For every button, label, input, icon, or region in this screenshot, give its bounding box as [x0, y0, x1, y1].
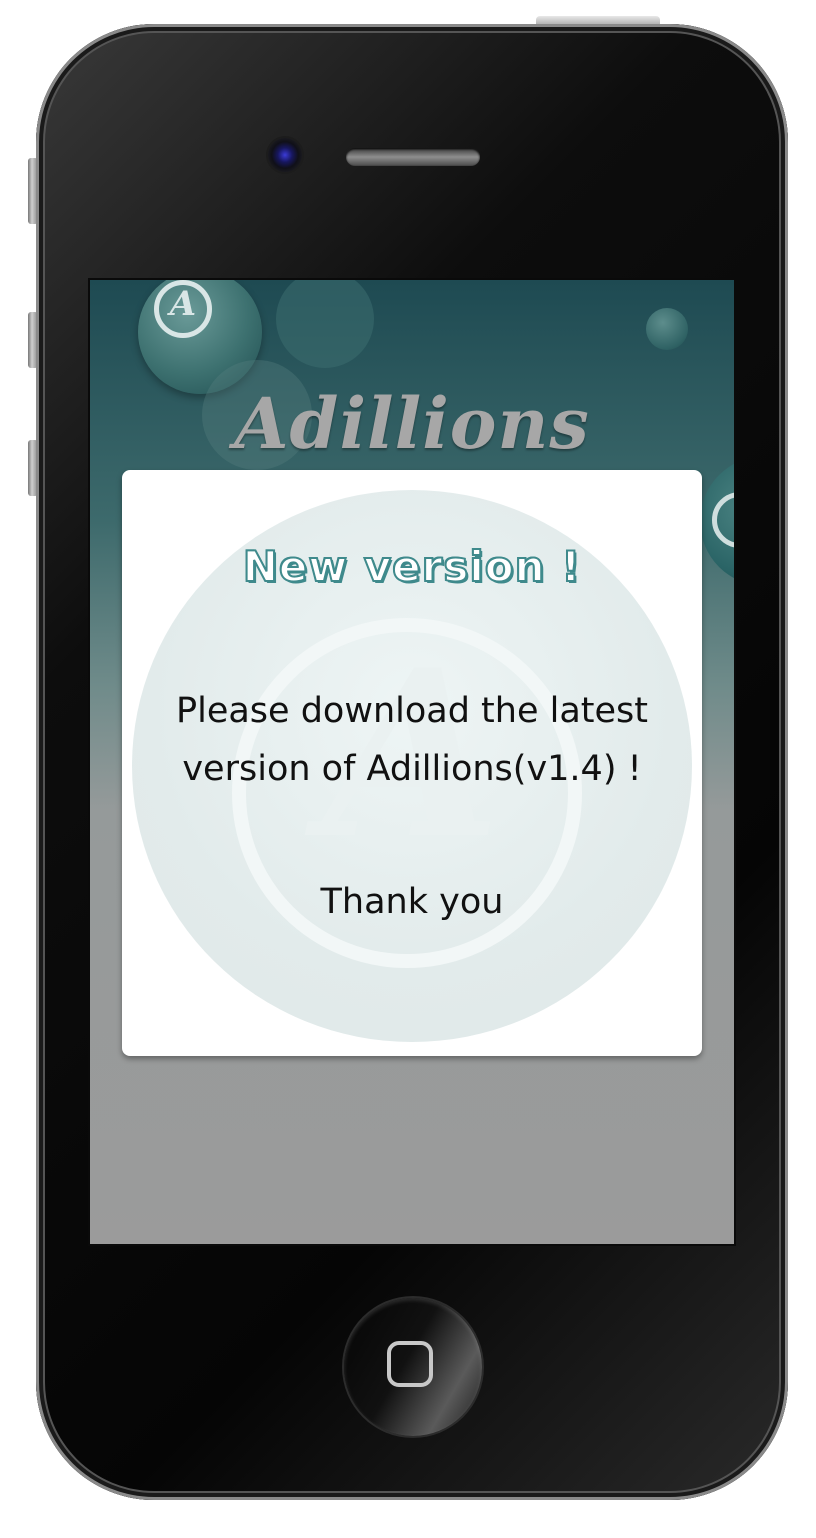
speaker-icon	[346, 148, 480, 166]
camera-icon	[268, 138, 302, 172]
app-screen: A Adillions A New version ! Please downl…	[90, 280, 734, 1244]
home-button[interactable]	[344, 1298, 482, 1436]
device-frame: A Adillions A New version ! Please downl…	[0, 0, 816, 1538]
home-square-icon	[387, 1341, 433, 1387]
edge-bubble-ring-icon	[712, 492, 734, 548]
app-logo: Adillions	[234, 382, 590, 465]
dialog-thanks: Thank you	[320, 882, 504, 922]
dialog-title: New version !	[242, 541, 582, 592]
decor-bubble-icon	[276, 280, 374, 368]
logo-letter-icon: A	[169, 284, 197, 324]
update-alert-dialog[interactable]: A New version ! Please download the late…	[122, 470, 702, 1056]
dialog-message: Please download the latest version of Ad…	[175, 691, 649, 789]
edge-bubble-icon	[700, 456, 734, 586]
logo-ring-icon: A	[154, 280, 212, 338]
decor-bubble-icon	[646, 308, 688, 350]
